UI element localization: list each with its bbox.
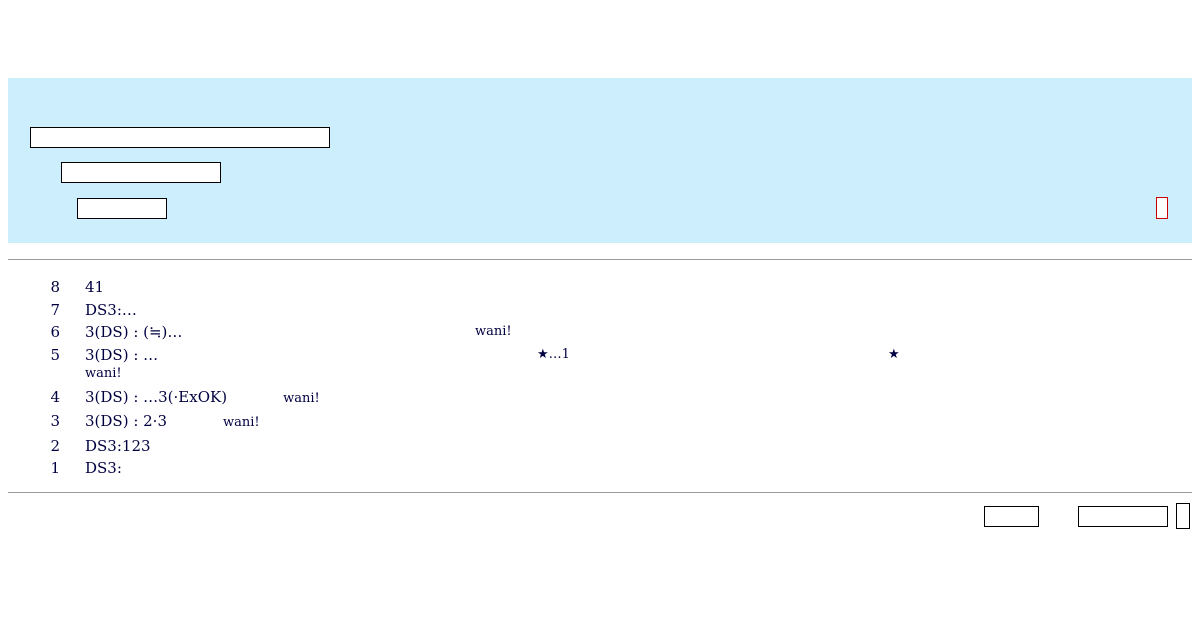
comment-number: 5: [50, 345, 60, 364]
narrow-button[interactable]: [1176, 503, 1190, 529]
comment-text: 3(DS) : (≒)…: [85, 323, 183, 341]
list-item: 5 3(DS) : … wani! ★…1 ★: [0, 344, 1200, 382]
comment-text: 3(DS) : …3(·ExOK): [85, 387, 228, 406]
comment-number: 6: [50, 323, 60, 341]
name-field[interactable]: [30, 127, 330, 148]
wani-badge: wani!: [475, 324, 512, 339]
page: 8 41 7 DS3:… 6 3(DS) : (≒)… wani! 5 3(DS…: [0, 0, 1200, 630]
comment-text: 3(DS) : 2·3: [85, 412, 167, 430]
email-field[interactable]: [61, 162, 221, 183]
comment-text: 3(DS) : …: [85, 345, 159, 364]
wani-badge: wani!: [223, 415, 260, 430]
list-item: 4 3(DS) : …3(·ExOK) wani!: [0, 386, 1200, 411]
comment-text: DS3:…: [85, 300, 137, 319]
comment-number: 8: [50, 278, 60, 296]
list-item: 1 DS3:: [0, 457, 1200, 480]
comment-number: 3: [50, 412, 60, 430]
submit-button[interactable]: [1078, 506, 1168, 527]
comment-form-panel: [8, 78, 1192, 243]
divider-bottom: [8, 492, 1192, 493]
star-rating-text: ★…1: [537, 346, 570, 362]
list-item: 8 41: [0, 276, 1200, 299]
comment-list: 8 41 7 DS3:… 6 3(DS) : (≒)… wani! 5 3(DS…: [0, 276, 1200, 480]
comment-number: 1: [50, 459, 60, 477]
comment-text: DS3:: [85, 459, 122, 477]
comment-text: DS3:123: [85, 436, 151, 455]
wani-badge: wani!: [85, 365, 122, 381]
divider-top: [8, 259, 1192, 260]
list-item: 3 3(DS) : 2·3 wani!: [0, 410, 1200, 435]
star-icon: ★: [888, 346, 900, 362]
comment-text: 41: [85, 278, 105, 296]
comment-number: 2: [50, 436, 60, 455]
list-item: 2 DS3:123: [0, 435, 1200, 458]
password-field[interactable]: [77, 198, 167, 219]
option-checkbox[interactable]: [1156, 197, 1168, 219]
comment-number: 4: [50, 387, 60, 406]
list-item: 7 DS3:…: [0, 299, 1200, 322]
comment-number: 7: [50, 300, 60, 319]
wani-badge: wani!: [283, 390, 320, 406]
small-button[interactable]: [984, 506, 1039, 527]
list-item: 6 3(DS) : (≒)… wani!: [0, 321, 1200, 344]
